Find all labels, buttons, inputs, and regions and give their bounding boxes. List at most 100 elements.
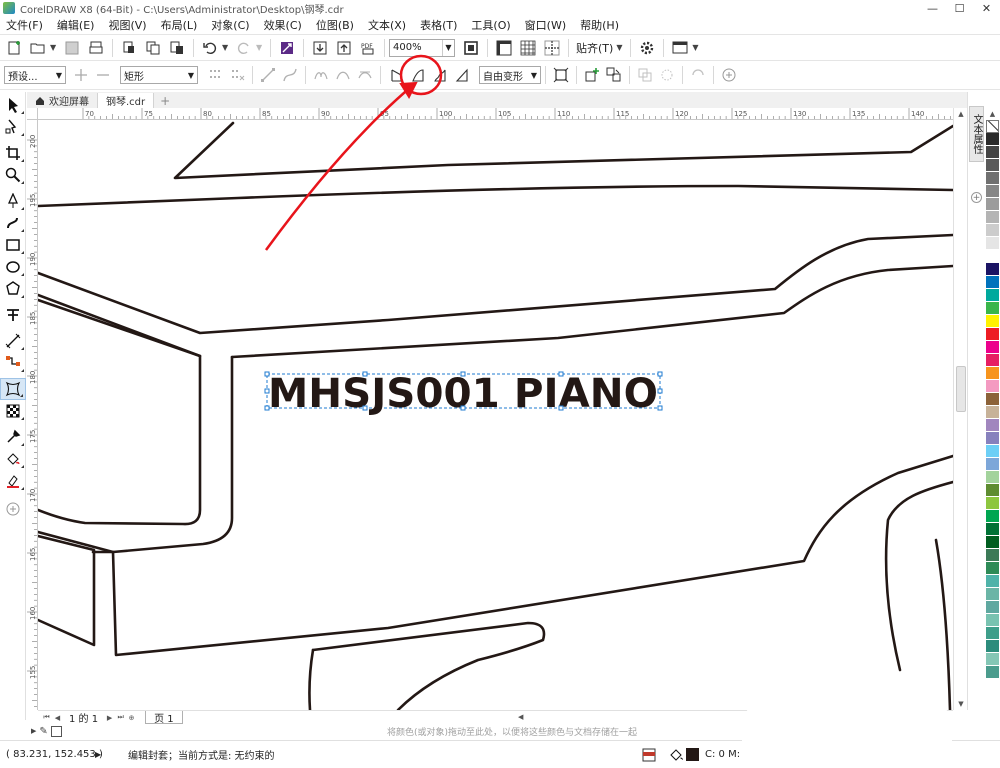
cusp-node-icon[interactable] (310, 64, 332, 86)
smart-fill-tool-icon[interactable] (0, 470, 26, 492)
show-rulers-icon[interactable] (494, 38, 514, 58)
palette-color-swatch[interactable] (986, 419, 999, 432)
palette-options-arrow-icon[interactable]: ▶ (31, 727, 36, 735)
palette-color-swatch[interactable] (986, 627, 999, 640)
chevron-down-icon[interactable]: ▼ (442, 39, 454, 56)
new-document-icon[interactable] (4, 38, 24, 58)
polygon-tool-icon[interactable] (0, 278, 26, 300)
envelope-unconstrained-mode-icon[interactable] (451, 64, 473, 86)
envelope-tool-icon[interactable] (0, 378, 26, 400)
color-proof-icon[interactable] (642, 748, 656, 762)
palette-color-swatch[interactable] (986, 263, 999, 276)
palette-color-swatch[interactable] (986, 562, 999, 575)
palette-color-swatch[interactable] (986, 432, 999, 445)
freehand-tool-icon[interactable] (0, 190, 26, 212)
add-new-envelope-icon[interactable] (581, 64, 603, 86)
convert-to-line-icon[interactable] (257, 64, 279, 86)
palette-color-swatch[interactable] (986, 497, 999, 510)
quick-customize-plus-icon[interactable] (718, 64, 740, 86)
palette-color-swatch[interactable] (986, 601, 999, 614)
palette-color-swatch[interactable] (986, 445, 999, 458)
palette-color-swatch[interactable] (986, 133, 999, 146)
status-expand-arrow-icon[interactable]: ▶ (95, 750, 101, 759)
menu-layout[interactable]: 布局(L) (154, 17, 205, 33)
scroll-up-arrow-icon[interactable]: ▲ (954, 108, 968, 120)
vertical-scrollbar[interactable]: ▲ ▼ (953, 108, 967, 710)
open-folder-icon[interactable] (28, 38, 48, 58)
selection-mode-combo[interactable]: 矩形 ▼ (120, 66, 198, 84)
palette-color-swatch[interactable] (986, 224, 999, 237)
maximize-button[interactable]: ☐ (946, 0, 973, 16)
menu-object[interactable]: 对象(C) (204, 17, 256, 33)
envelope-node[interactable] (362, 371, 368, 377)
menu-text[interactable]: 文本(X) (361, 17, 413, 33)
snap-to-menu[interactable]: 贴齐(T) (573, 40, 616, 56)
palette-color-swatch[interactable] (986, 289, 999, 302)
minimize-button[interactable]: — (919, 0, 946, 16)
artistic-media-tool-icon[interactable] (0, 212, 26, 234)
chevron-down-icon[interactable]: ▼ (185, 67, 197, 83)
add-page-icon[interactable]: ⊕ (126, 712, 137, 723)
preset-combo[interactable]: 预设... ▼ (4, 66, 66, 84)
interactive-fill-tool-icon[interactable] (0, 448, 26, 470)
no-color-swatch[interactable] (986, 120, 999, 133)
palette-color-swatch[interactable] (986, 458, 999, 471)
application-launcher-icon[interactable] (670, 38, 690, 58)
palette-color-swatch[interactable] (986, 172, 999, 185)
drawing-canvas[interactable]: MHSJS001 PIANO (38, 120, 953, 710)
keep-lines-icon[interactable] (550, 64, 572, 86)
envelope-node[interactable] (362, 405, 368, 411)
menu-bitmaps[interactable]: 位图(B) (309, 17, 361, 33)
open-dropdown-arrow-icon[interactable]: ▼ (50, 43, 58, 52)
full-screen-preview-icon[interactable] (461, 38, 481, 58)
ruler-origin-corner[interactable] (27, 108, 38, 120)
page-tab-1[interactable]: 页 1 (145, 711, 183, 725)
copy-icon[interactable] (143, 38, 163, 58)
menu-edit[interactable]: 编辑(E) (50, 17, 102, 33)
paste-icon[interactable] (167, 38, 187, 58)
envelope-node[interactable] (264, 405, 270, 411)
palette-color-swatch[interactable] (986, 341, 999, 354)
smooth-node-icon[interactable] (332, 64, 354, 86)
palette-color-swatch[interactable] (986, 159, 999, 172)
add-nodes-icon[interactable] (204, 64, 226, 86)
palette-color-swatch[interactable] (986, 146, 999, 159)
undo-icon[interactable] (200, 38, 220, 58)
options-gear-icon[interactable] (637, 38, 657, 58)
launcher-dropdown-arrow-icon[interactable]: ▼ (692, 43, 700, 52)
palette-color-swatch[interactable] (986, 367, 999, 380)
envelope-node[interactable] (264, 371, 270, 377)
menu-table[interactable]: 表格(T) (413, 17, 464, 33)
convert-to-curve-icon[interactable] (279, 64, 301, 86)
page-first-icon[interactable]: ⏮ (41, 712, 52, 723)
palette-color-swatch[interactable] (986, 211, 999, 224)
add-preset-plus-icon[interactable] (70, 64, 92, 86)
copy-envelope-properties-icon[interactable] (634, 64, 656, 86)
envelope-node[interactable] (264, 388, 270, 394)
tab-welcome-screen[interactable]: 欢迎屏幕 (27, 93, 98, 108)
palette-color-swatch[interactable] (986, 653, 999, 666)
pick-tool-icon[interactable] (0, 94, 26, 116)
save-icon[interactable] (62, 38, 82, 58)
zoom-level-combo[interactable]: 400% ▼ (389, 38, 455, 57)
menu-effects[interactable]: 效果(C) (257, 17, 309, 33)
scroll-left-arrow-icon[interactable]: ◀ (518, 713, 528, 723)
symmetrical-node-icon[interactable] (354, 64, 376, 86)
show-guidelines-icon[interactable] (542, 38, 562, 58)
text-properties-docker-tab[interactable]: 文本属性 (969, 106, 984, 162)
palette-scroll-up-arrow-icon[interactable]: ▲ (985, 108, 1000, 120)
envelope-node[interactable] (460, 405, 466, 411)
page-prev-icon[interactable]: ◀ (52, 712, 63, 723)
envelope-node[interactable] (657, 371, 663, 377)
envelope-node[interactable] (657, 388, 663, 394)
connector-tool-icon[interactable] (0, 352, 26, 374)
envelope-node[interactable] (558, 371, 564, 377)
parallel-dimension-tool-icon[interactable] (0, 330, 26, 352)
palette-color-swatch[interactable] (986, 471, 999, 484)
print-icon[interactable] (86, 38, 106, 58)
palette-color-swatch[interactable] (986, 406, 999, 419)
horizontal-ruler[interactable]: 70 75 80 85 90 95 100 105 110 115 120 125 130 135 140 (38, 108, 967, 120)
shape-tool-icon[interactable] (0, 116, 26, 138)
menu-view[interactable]: 视图(V) (101, 17, 153, 33)
eyedropper-icon[interactable]: ✎ (39, 726, 47, 737)
